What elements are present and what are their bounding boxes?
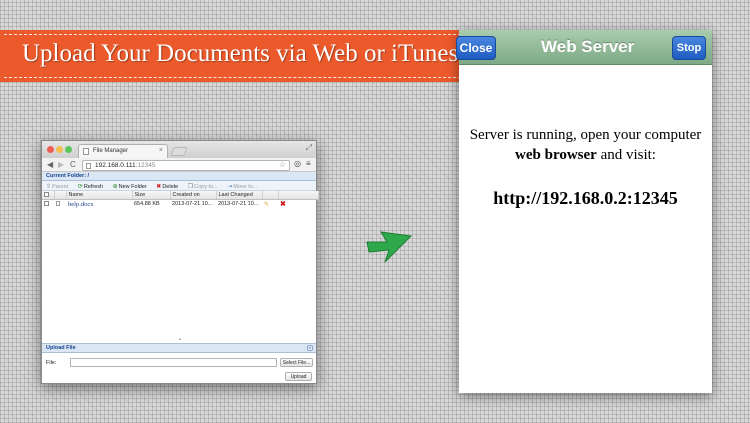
url-port: :12345 [135,162,156,169]
delete-row-icon[interactable]: ✖ [280,201,286,208]
delete-button[interactable]: ✖Delete [156,184,182,190]
menu-icon[interactable]: ≡ [306,159,311,168]
column-header-changed[interactable]: Last Changed [216,191,263,200]
banner-text: Upload Your Documents via Web or iTunes [22,40,459,67]
column-header-name[interactable]: Name [66,191,133,200]
file-changed: 2013-07-21 10... [218,201,259,208]
stop-button[interactable]: Stop [672,36,706,60]
file-name-link[interactable]: help.docx [68,201,93,208]
refresh-label: Refresh [83,184,104,190]
file-created: 2013-07-21 10... [172,201,213,208]
file-path-input[interactable] [70,358,277,367]
browser-tab[interactable]: File Manager × [78,144,168,158]
window-minimize-icon[interactable] [56,146,63,153]
edit-column-header [262,191,279,200]
action-toolbar: ⇧Parent ⟳Refresh ⊕New Folder ✖Delete ❐Co… [42,181,316,191]
parent-label: Parent [52,184,69,190]
select-all-checkbox[interactable] [44,191,49,197]
address-bar[interactable]: 192.168.0.111:12345 ☆ [82,160,290,171]
delete-label: Delete [162,184,179,190]
phone-screen: Close Web Server Stop Server is running,… [456,30,712,393]
upload-button[interactable]: Upload [285,372,312,381]
move-icon: ⇢ [227,184,233,190]
edit-pencil-icon[interactable]: ✎ [264,202,269,208]
icon-column-header [54,191,67,200]
move-button[interactable]: ⇢Move to... [227,184,261,190]
status-line-1: Server is running, open your computer [469,127,702,143]
copy-button[interactable]: ❐Copy to... [188,184,222,190]
delete-column-header [278,191,319,200]
reload-icon[interactable]: C [70,160,76,169]
up-arrow-icon: ⇧ [46,184,52,190]
tab-title: File Manager [93,148,129,154]
browser-toolbar: ◀ ▶ C 192.168.0.111:12345 ☆ ◎ ≡ [42,158,316,172]
server-url: http://192.168.0.2:12345 [493,188,678,208]
move-label: Move to... [233,184,258,190]
file-size: 654.88 KB [134,201,160,208]
new-folder-button[interactable]: ⊕New Folder [113,184,151,190]
status-bold-text: web browser [515,147,597,163]
page-icon [83,148,89,155]
parent-button[interactable]: ⇧Parent [46,184,72,190]
row-checkbox[interactable] [44,201,49,207]
delete-icon: ✖ [156,184,162,190]
promo-banner: Upload Your Documents via Web or iTunes [0,30,500,82]
status-line-2: and visit: [596,147,656,163]
browser-tabbar: File Manager × ⤢ [42,141,316,158]
extension-icon[interactable]: ◎ [294,159,301,168]
collapse-icon[interactable]: » [307,345,313,351]
new-folder-icon: ⊕ [112,184,118,190]
server-status-message: Server is running, open your computer we… [459,125,712,165]
fullscreen-icon[interactable]: ⤢ [306,143,312,153]
select-all-header[interactable] [42,191,55,200]
copy-icon: ❐ [187,184,194,190]
select-file-button[interactable]: Select File... [280,358,313,367]
file-label: File: [46,360,57,366]
close-button[interactable]: Close [456,36,496,60]
document-icon [56,201,60,207]
upload-header: Upload File » [42,344,316,353]
current-folder: Current Folder: / [42,172,316,181]
browser-window: File Manager × ⤢ ◀ ▶ C 192.168.0.111:123… [41,140,319,384]
url-host: 192.168.0.111 [95,162,136,169]
window-close-icon[interactable] [47,146,54,153]
green-arrow-icon [366,231,413,263]
upload-title: Upload File [46,345,76,351]
column-header-size[interactable]: Size [132,191,171,200]
forward-arrow-icon[interactable]: ▶ [58,160,64,169]
column-header-created[interactable]: Created on [170,191,217,200]
refresh-button[interactable]: ⟳Refresh [78,184,107,190]
bookmark-star-icon[interactable]: ☆ [279,160,286,169]
copy-label: Copy to... [194,184,218,190]
page-icon [86,163,91,169]
window-zoom-icon[interactable] [65,146,72,153]
table-row[interactable]: help.docx 654.88 KB 2013-07-21 10... 201… [42,199,318,209]
screen-title: Web Server [541,37,635,56]
tab-close-icon[interactable]: × [159,147,163,154]
navigation-bar: Close Web Server Stop [456,30,712,65]
upload-panel: Upload File » File: Select File... Uploa… [42,343,316,383]
refresh-icon: ⟳ [77,184,83,190]
file-table: Name Size Created on Last Changed help.d… [42,191,319,209]
back-arrow-icon[interactable]: ◀ [47,160,53,169]
new-tab-button[interactable] [170,147,188,156]
new-folder-label: New Folder [118,184,147,190]
table-header: Name Size Created on Last Changed [42,191,319,200]
